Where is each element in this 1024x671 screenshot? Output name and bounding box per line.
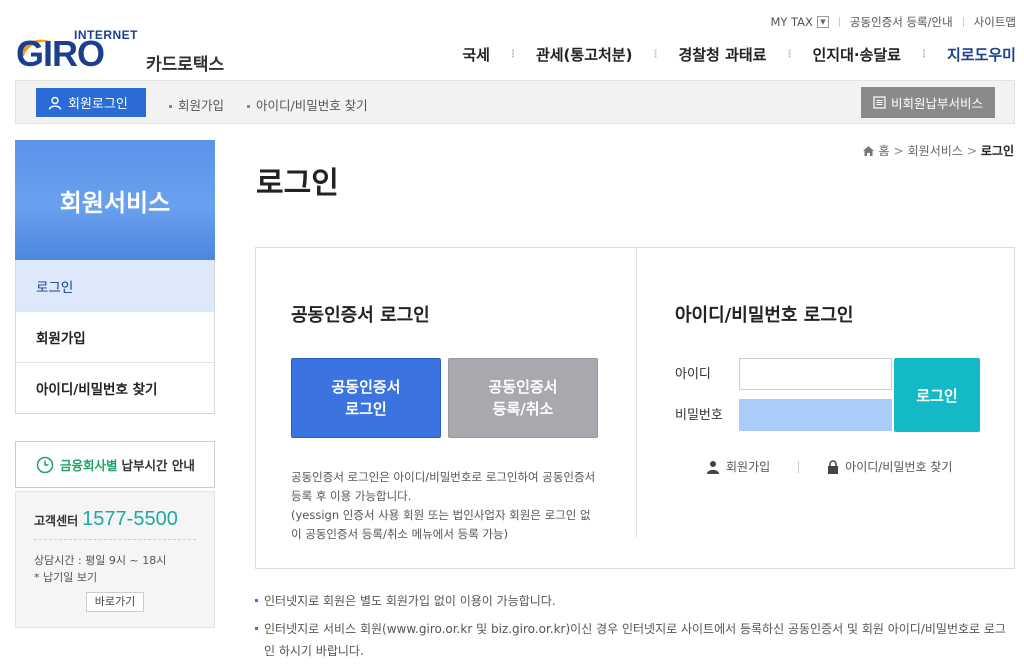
mytax-dropdown-icon[interactable]: ▼ bbox=[816, 16, 829, 28]
cert-login-label-1: 공동인증서 bbox=[331, 378, 401, 396]
join-link[interactable]: 회원가입 bbox=[169, 95, 224, 114]
page-title: 로그인 bbox=[256, 166, 339, 201]
breadcrumb-current: 로그인 bbox=[980, 144, 1014, 158]
join-link-bottom[interactable]: 회원가입 bbox=[726, 458, 770, 475]
account-links: 회원가입 아이디/비밀번호 찾기 bbox=[706, 458, 952, 475]
clock-icon bbox=[36, 456, 54, 473]
side-nav-item-find[interactable]: 아이디/비밀번호 찾기 bbox=[16, 362, 214, 413]
document-icon bbox=[873, 96, 886, 109]
mytax-link[interactable]: MY TAX bbox=[770, 15, 812, 29]
breadcrumb: 홈 > 회원서비스 > 로그인 bbox=[862, 142, 1014, 159]
nonmember-payment-button[interactable]: 비회원납부서비스 bbox=[861, 87, 995, 118]
nav-police-fine[interactable]: 경찰청 과태료 bbox=[678, 44, 766, 65]
id-login-button[interactable]: 로그인 bbox=[894, 358, 980, 432]
nonmember-payment-label: 비회원납부서비스 bbox=[890, 96, 983, 111]
side-nav-item-login[interactable]: 로그인 bbox=[16, 260, 214, 311]
site-logo[interactable]: INTERNET GIRO 카드로택스 bbox=[16, 28, 246, 75]
pw-label: 비밀번호 bbox=[675, 408, 723, 423]
notice-item: 인터넷지로 회원은 별도 회원가입 없이 이용이 가능합니다. bbox=[255, 590, 1015, 612]
find-id-pw-link[interactable]: 아이디/비밀번호 찾기 bbox=[247, 95, 368, 114]
breadcrumb-member-service[interactable]: 회원서비스 bbox=[908, 142, 963, 159]
notice-item: 인터넷지로 서비스 회원(www.giro.or.kr 및 biz.giro.o… bbox=[255, 618, 1015, 662]
payment-hours-link[interactable]: 금융회사별 납부시간 안내 bbox=[15, 441, 215, 488]
payment-hours-highlight: 금융회사별 bbox=[60, 458, 118, 473]
cert-note-1: 공동인증서 로그인은 아이디/비밀번호로 로그인하여 공동인증서 등록 후 이용… bbox=[291, 470, 596, 503]
customer-center-label: 고객센터 bbox=[34, 514, 79, 528]
go-button[interactable]: 바로가기 bbox=[86, 592, 144, 612]
cert-login-title: 공동인증서 로그인 bbox=[291, 305, 430, 326]
person-icon bbox=[707, 460, 719, 474]
side-nav: 회원서비스 로그인 회원가입 아이디/비밀번호 찾기 bbox=[15, 140, 215, 414]
login-panel: 공동인증서 로그인 공동인증서 로그인 공동인증서 등록/취소 공동인증서 로그… bbox=[255, 247, 1015, 569]
sitemap-link[interactable]: 사이트맵 bbox=[974, 14, 1016, 30]
cert-login-button[interactable]: 공동인증서 로그인 bbox=[291, 358, 441, 438]
main-nav: 국세 ⋮ 관세(통고처분) ⋮ 경찰청 과태료 ⋮ 인지대·송달료 ⋮ 지로도우… bbox=[462, 44, 1016, 65]
find-link-bottom[interactable]: 아이디/비밀번호 찾기 bbox=[845, 458, 952, 475]
home-icon[interactable] bbox=[862, 145, 875, 157]
payment-hours-text: 납부시간 안내 bbox=[121, 458, 195, 473]
nav-giro-helper[interactable]: 지로도우미 bbox=[947, 44, 1016, 65]
consult-hours: 상담시간 : 평일 9시 ~ 18시 bbox=[34, 554, 167, 567]
user-icon bbox=[48, 96, 62, 110]
member-login-label: 회원로그인 bbox=[68, 97, 128, 112]
cert-note-2: (yessign 인증서 사용 회원 또는 법인사업자 회원은 로그인 없이 공… bbox=[291, 508, 591, 541]
id-login-title: 아이디/비밀번호 로그인 bbox=[675, 305, 854, 326]
member-login-button[interactable]: 회원로그인 bbox=[36, 88, 146, 117]
breadcrumb-home[interactable]: 홈 bbox=[879, 142, 890, 159]
nav-customs[interactable]: 관세(통고처분) bbox=[536, 44, 633, 65]
nav-national-tax[interactable]: 국세 bbox=[462, 44, 490, 65]
nav-stamp-fee[interactable]: 인지대·송달료 bbox=[812, 44, 901, 65]
password-input[interactable] bbox=[739, 399, 892, 431]
customer-center-phone: 1577-5500 bbox=[82, 508, 178, 530]
logo-subtitle: 카드로택스 bbox=[146, 55, 225, 75]
cert-register-label-2: 등록/취소 bbox=[492, 400, 554, 418]
holiday-link[interactable]: * 납기일 보기 bbox=[34, 569, 196, 586]
cert-register-guide-link[interactable]: 공동인증서 등록/안내 bbox=[850, 14, 953, 30]
utility-nav: MY TAX ▼ 공동인증서 등록/안내 사이트맵 bbox=[770, 14, 1016, 30]
cert-login-note: 공동인증서 로그인은 아이디/비밀번호로 로그인하여 공동인증서 등록 후 이용… bbox=[291, 468, 601, 544]
cert-register-button[interactable]: 공동인증서 등록/취소 bbox=[448, 358, 598, 438]
sub-bar: 회원로그인 회원가입 아이디/비밀번호 찾기 비회원납부서비스 bbox=[15, 80, 1015, 124]
customer-center-box: 고객센터 1577-5500 상담시간 : 평일 9시 ~ 18시 * 납기일 … bbox=[15, 491, 215, 628]
notice-list: 인터넷지로 회원은 별도 회원가입 없이 이용이 가능합니다. 인터넷지로 서비… bbox=[255, 590, 1015, 668]
id-label: 아이디 bbox=[675, 367, 711, 382]
side-nav-title: 회원서비스 bbox=[15, 140, 215, 260]
cert-register-label-1: 공동인증서 bbox=[488, 378, 558, 396]
cert-login-label-2: 로그인 bbox=[345, 400, 387, 418]
lock-icon bbox=[828, 459, 839, 474]
side-nav-item-join[interactable]: 회원가입 bbox=[16, 311, 214, 362]
logo-giro-text: GIRO bbox=[16, 33, 105, 74]
id-input[interactable] bbox=[739, 358, 892, 390]
